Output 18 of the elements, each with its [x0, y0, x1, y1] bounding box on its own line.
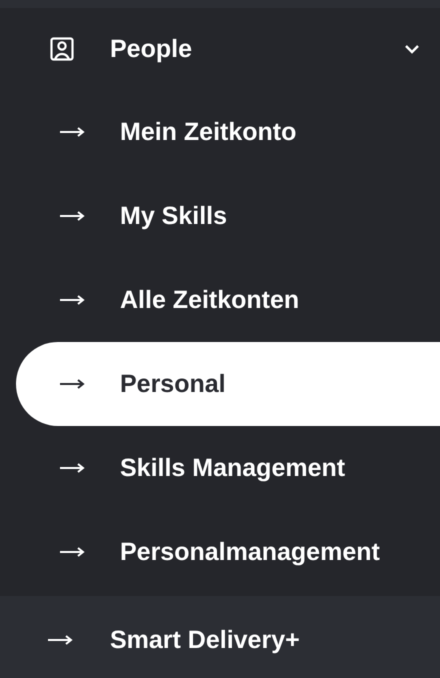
arrow-right-icon [60, 211, 86, 221]
chevron-down-icon[interactable] [404, 44, 420, 54]
menu-item[interactable]: Alle Zeitkonten [16, 258, 440, 342]
menu-item[interactable]: Skills Management [16, 426, 440, 510]
menu-item[interactable]: Mein Zeitkonto [16, 90, 440, 174]
menu-group-header[interactable]: People [0, 8, 440, 90]
arrow-right-icon [60, 547, 86, 557]
menu-item[interactable]: Smart Delivery+ [0, 596, 440, 678]
arrow-right-icon [48, 635, 74, 645]
arrow-right-icon [60, 127, 86, 137]
person-badge-icon [50, 37, 74, 61]
menu-item[interactable]: My Skills [16, 174, 440, 258]
group-label: People [110, 34, 193, 64]
arrow-right-icon [60, 379, 86, 389]
arrow-right-icon [60, 295, 86, 305]
menu-item[interactable]: Personal [16, 342, 440, 426]
arrow-right-icon [60, 463, 86, 473]
menu-item[interactable]: Personalmanagement [16, 510, 440, 594]
